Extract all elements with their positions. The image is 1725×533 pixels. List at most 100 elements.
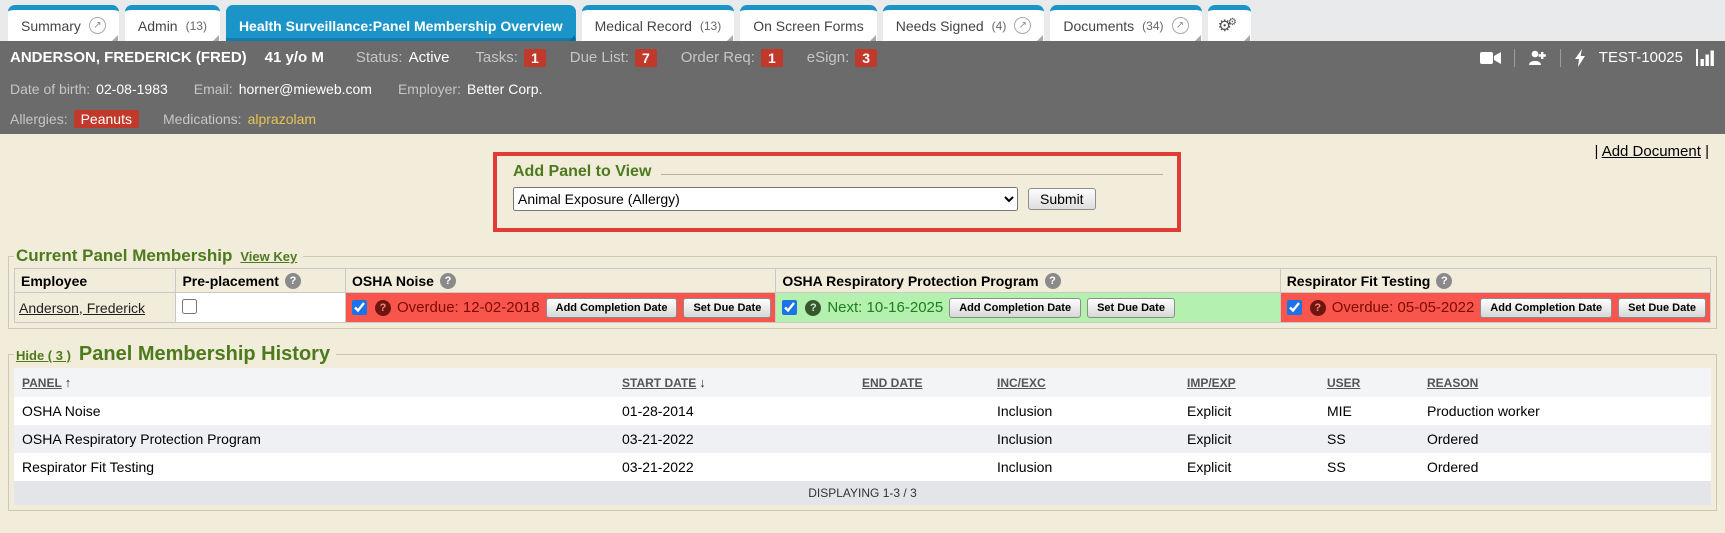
esign-count-badge[interactable]: 3 (855, 49, 877, 67)
displaying-count: DISPLAYING 1-3 / 3 (14, 481, 1711, 505)
quick-actions-bolt-icon[interactable] (1574, 49, 1586, 67)
imp-exp-cell: Explicit (1179, 397, 1319, 425)
status-label: Status: (356, 49, 403, 66)
tab-settings[interactable]: ⚙⚙ (1208, 5, 1251, 41)
tab-summary[interactable]: Summary ↗ (8, 5, 119, 41)
col-osha-noise: OSHA Noise ? (346, 269, 776, 293)
help-icon[interactable]: ? (1310, 300, 1326, 316)
view-key-link[interactable]: View Key (240, 249, 297, 264)
tab-admin[interactable]: Admin (13) (125, 5, 220, 41)
col-preplacement: Pre-placement ? (176, 269, 346, 293)
tab-label: Documents (1063, 18, 1134, 34)
chart-id[interactable]: TEST-10025 (1599, 49, 1683, 66)
add-person-icon[interactable] (1528, 50, 1547, 65)
history-row[interactable]: Respirator Fit Testing 03-21-2022 Inclus… (14, 453, 1711, 481)
sort-start-date[interactable]: START DATE↓ (614, 368, 854, 397)
email-value: horner@mieweb.com (239, 81, 372, 97)
help-icon[interactable]: ? (1045, 273, 1061, 289)
tab-label: Admin (138, 18, 178, 34)
history-header-row: PANEL↑ START DATE↓ END DATE INC/EXC IMP/… (14, 368, 1711, 397)
set-due-date-button[interactable]: Set Due Date (683, 298, 771, 318)
inc-exc-cell: Inclusion (989, 425, 1179, 453)
add-completion-date-button[interactable]: Add Completion Date (546, 298, 678, 318)
red-annotation-box: Add Panel to View Animal Exposure (Aller… (493, 152, 1181, 232)
history-row[interactable]: OSHA Noise 01-28-2014 Inclusion Explicit… (14, 397, 1711, 425)
add-completion-date-button[interactable]: Add Completion Date (1480, 298, 1612, 318)
panel-membership-history-legend: Hide ( 3 ) Panel Membership History (14, 343, 336, 366)
submit-button[interactable]: Submit (1028, 188, 1096, 210)
help-icon[interactable]: ? (440, 273, 456, 289)
fit-testing-status-label: Overdue: 05-05-2022 (1332, 299, 1475, 316)
add-panel-controls: Animal Exposure (Allergy) Submit (513, 187, 1163, 211)
membership-header-row: Employee Pre-placement ? OSHA Noise ? OS… (15, 269, 1711, 293)
osha-noise-checkbox[interactable] (352, 300, 367, 315)
popout-icon[interactable]: ↗ (89, 17, 106, 34)
tab-count: (34) (1142, 19, 1163, 33)
current-panel-membership-section: Current Panel Membership View Key Employ… (8, 246, 1717, 329)
divider (1514, 49, 1515, 67)
imp-exp-cell: Explicit (1179, 453, 1319, 481)
sort-imp-exp[interactable]: IMP/EXP (1179, 368, 1319, 397)
panel-select[interactable]: Animal Exposure (Allergy) (513, 187, 1018, 211)
tab-needs-signed[interactable]: Needs Signed (4) ↗ (883, 5, 1045, 41)
popout-icon[interactable]: ↗ (1172, 17, 1189, 34)
set-due-date-button[interactable]: Set Due Date (1618, 298, 1706, 318)
add-completion-date-button[interactable]: Add Completion Date (949, 298, 1081, 318)
tab-medical-record[interactable]: Medical Record (13) (582, 5, 735, 41)
tab-documents[interactable]: Documents (34) ↗ (1050, 5, 1201, 41)
panel-cell: Respirator Fit Testing (14, 453, 614, 481)
osha-noise-status-label: Overdue: 12-02-2018 (397, 299, 540, 316)
email-label: Email: (194, 81, 233, 97)
video-camera-icon[interactable] (1480, 51, 1501, 65)
sort-inc-exc[interactable]: INC/EXC (989, 368, 1179, 397)
allergy-badge[interactable]: Peanuts (74, 110, 139, 128)
current-panel-membership-legend: Current Panel Membership View Key (14, 246, 303, 266)
sort-user[interactable]: USER (1319, 368, 1419, 397)
sort-reason[interactable]: REASON (1419, 368, 1711, 397)
help-icon[interactable]: ? (375, 300, 391, 316)
preplacement-checkbox[interactable] (182, 299, 197, 314)
popout-icon[interactable]: ↗ (1014, 17, 1031, 34)
divider (1560, 49, 1561, 67)
tab-bar: Summary ↗ Admin (13) Health Surveillance… (0, 0, 1725, 41)
employee-link[interactable]: Anderson, Frederick (19, 300, 145, 316)
add-document-link[interactable]: Add Document (1602, 143, 1701, 160)
dob-label: Date of birth: (10, 81, 90, 97)
help-icon[interactable]: ? (285, 273, 301, 289)
tab-label: Medical Record (595, 18, 692, 34)
order-req-count-badge[interactable]: 1 (761, 49, 783, 67)
medication-value[interactable]: alprazolam (248, 111, 316, 127)
sort-panel[interactable]: PANEL↑ (14, 368, 614, 397)
user-cell: SS (1319, 425, 1419, 453)
help-icon[interactable]: ? (805, 300, 821, 316)
popout-arrow-glyph: ↗ (1019, 20, 1027, 31)
start-date-cell: 03-21-2022 (614, 453, 854, 481)
end-date-cell (854, 425, 989, 453)
col-respirator-fit-testing: Respirator Fit Testing ? (1280, 269, 1710, 293)
sort-end-date[interactable]: END DATE (854, 368, 989, 397)
add-panel-header: Add Panel to View (513, 163, 1163, 181)
patient-clinical-row: Allergies: Peanuts Medications: alprazol… (10, 104, 1715, 134)
col-osha-respiratory-protection-program: OSHA Respiratory Protection Program ? (776, 269, 1280, 293)
tasks-count-badge[interactable]: 1 (524, 49, 546, 67)
inc-exc-cell: Inclusion (989, 453, 1179, 481)
fit-testing-checkbox[interactable] (1287, 300, 1302, 315)
set-due-date-button[interactable]: Set Due Date (1087, 298, 1175, 318)
osha-rpp-checkbox[interactable] (782, 300, 797, 315)
patient-header: ANDERSON, FREDERICK (FRED) 41 y/o M Stat… (0, 41, 1725, 134)
tab-health-surveillance-panel-membership-overview[interactable]: Health Surveillance:Panel Membership Ove… (226, 5, 576, 41)
help-icon[interactable]: ? (1436, 273, 1452, 289)
tab-label: Summary (21, 18, 81, 34)
end-date-cell (854, 397, 989, 425)
fit-testing-status-cell: ? Overdue: 05-05-2022 Add Completion Dat… (1280, 293, 1710, 323)
history-row[interactable]: OSHA Respiratory Protection Program 03-2… (14, 425, 1711, 453)
flowsheet-chart-icon[interactable] (1696, 49, 1715, 66)
due-list-count-badge[interactable]: 7 (635, 49, 657, 67)
start-date-cell: 03-21-2022 (614, 425, 854, 453)
esign-label: eSign: (807, 49, 850, 66)
hide-link[interactable]: Hide ( 3 ) (16, 348, 71, 363)
pipe-separator: | (1594, 143, 1598, 160)
panel-membership-history-section: Hide ( 3 ) Panel Membership History PANE… (8, 343, 1717, 511)
pipe-separator: | (1705, 143, 1709, 160)
tab-on-screen-forms[interactable]: On Screen Forms (740, 5, 876, 41)
